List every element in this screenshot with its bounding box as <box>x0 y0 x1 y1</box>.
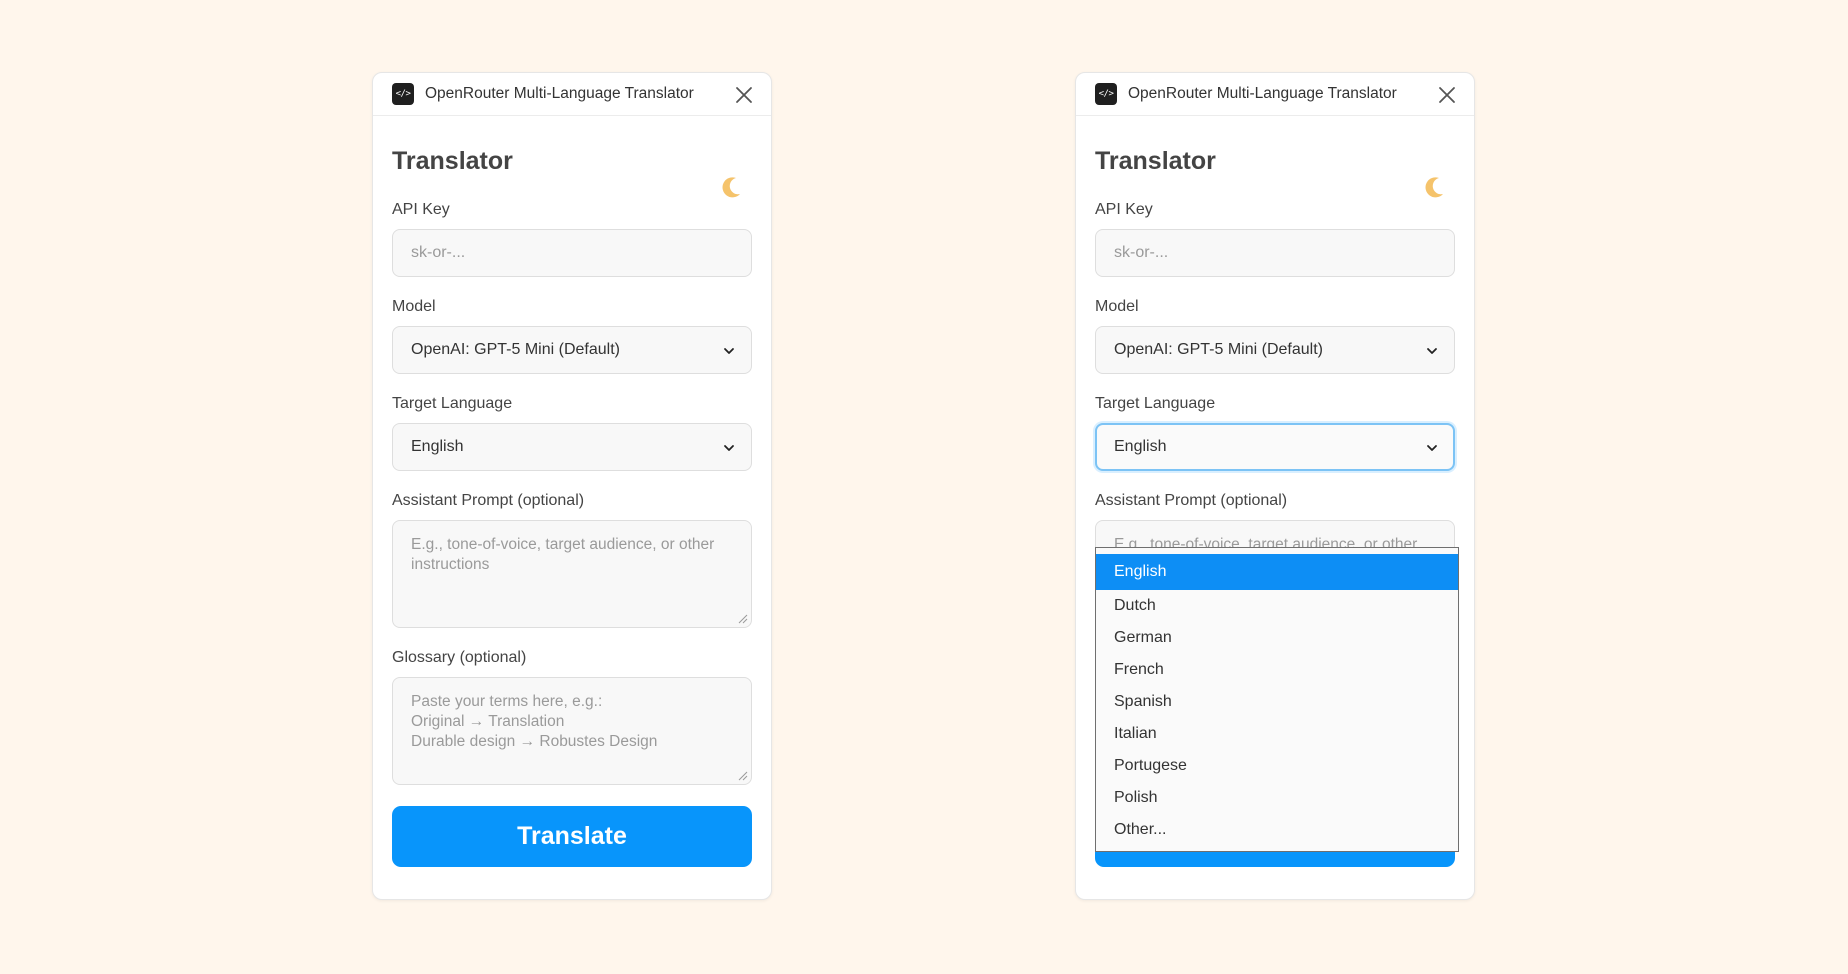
language-option-english[interactable]: English <box>1096 554 1458 590</box>
language-option-polish[interactable]: Polish <box>1096 782 1458 814</box>
language-option-dutch[interactable]: Dutch <box>1096 590 1458 622</box>
page-title: Translator <box>392 147 513 175</box>
chevron-down-icon <box>1427 348 1437 354</box>
window-title: OpenRouter Multi-Language Translator <box>1128 85 1397 102</box>
language-option-spanish[interactable]: Spanish <box>1096 686 1458 718</box>
language-option-italian[interactable]: Italian <box>1096 718 1458 750</box>
model-label: Model <box>1095 298 1139 315</box>
model-select-value: OpenAI: GPT-5 Mini (Default) <box>1114 341 1323 358</box>
language-dropdown-list: English Dutch German French Spanish Ital… <box>1095 547 1459 852</box>
title-bar: </> OpenRouter Multi-Language Translator <box>1076 73 1474 116</box>
target-language-value: English <box>411 438 464 455</box>
chevron-down-icon <box>1427 445 1437 451</box>
model-label: Model <box>392 298 436 315</box>
code-icon: </> <box>392 83 414 105</box>
language-option-french[interactable]: French <box>1096 654 1458 686</box>
translator-window-dropdown-open: </> OpenRouter Multi-Language Translator… <box>1075 72 1475 900</box>
api-key-field-wrapper <box>1095 229 1455 277</box>
target-language-label: Target Language <box>392 395 513 412</box>
glossary-label: Glossary (optional) <box>392 649 527 666</box>
target-language-value: English <box>1114 438 1167 455</box>
chevron-down-icon <box>724 348 734 354</box>
resize-handle-icon[interactable] <box>736 612 748 624</box>
api-key-label: API Key <box>1095 201 1153 218</box>
close-icon[interactable] <box>733 84 755 106</box>
api-key-input[interactable] <box>1114 244 1436 262</box>
target-language-select[interactable]: English <box>392 423 752 471</box>
assistant-prompt-label: Assistant Prompt (optional) <box>392 492 585 509</box>
moon-icon[interactable] <box>1418 173 1448 203</box>
translate-button[interactable]: Translate <box>392 806 752 867</box>
model-select[interactable]: OpenAI: GPT-5 Mini (Default) <box>1095 326 1455 374</box>
glossary-wrapper <box>392 677 752 785</box>
title-bar: </> OpenRouter Multi-Language Translator <box>373 73 771 116</box>
api-key-input[interactable] <box>411 244 733 262</box>
model-select[interactable]: OpenAI: GPT-5 Mini (Default) <box>392 326 752 374</box>
moon-icon[interactable] <box>715 173 745 203</box>
api-key-field-wrapper <box>392 229 752 277</box>
chevron-down-icon <box>724 445 734 451</box>
code-icon: </> <box>1095 83 1117 105</box>
target-language-select[interactable]: English <box>1095 423 1455 471</box>
language-option-german[interactable]: German <box>1096 622 1458 654</box>
assistant-prompt-wrapper <box>392 520 752 628</box>
assistant-prompt-label: Assistant Prompt (optional) <box>1095 492 1288 509</box>
translator-window-default: </> OpenRouter Multi-Language Translator… <box>372 72 772 900</box>
close-icon[interactable] <box>1436 84 1458 106</box>
api-key-label: API Key <box>392 201 450 218</box>
language-option-other[interactable]: Other... <box>1096 814 1458 846</box>
glossary-textarea[interactable] <box>411 692 733 770</box>
model-select-value: OpenAI: GPT-5 Mini (Default) <box>411 341 620 358</box>
window-title: OpenRouter Multi-Language Translator <box>425 85 694 102</box>
page-title: Translator <box>1095 147 1216 175</box>
resize-handle-icon[interactable] <box>736 769 748 781</box>
target-language-label: Target Language <box>1095 395 1216 412</box>
language-option-portugese[interactable]: Portugese <box>1096 750 1458 782</box>
assistant-prompt-textarea[interactable] <box>411 535 733 613</box>
